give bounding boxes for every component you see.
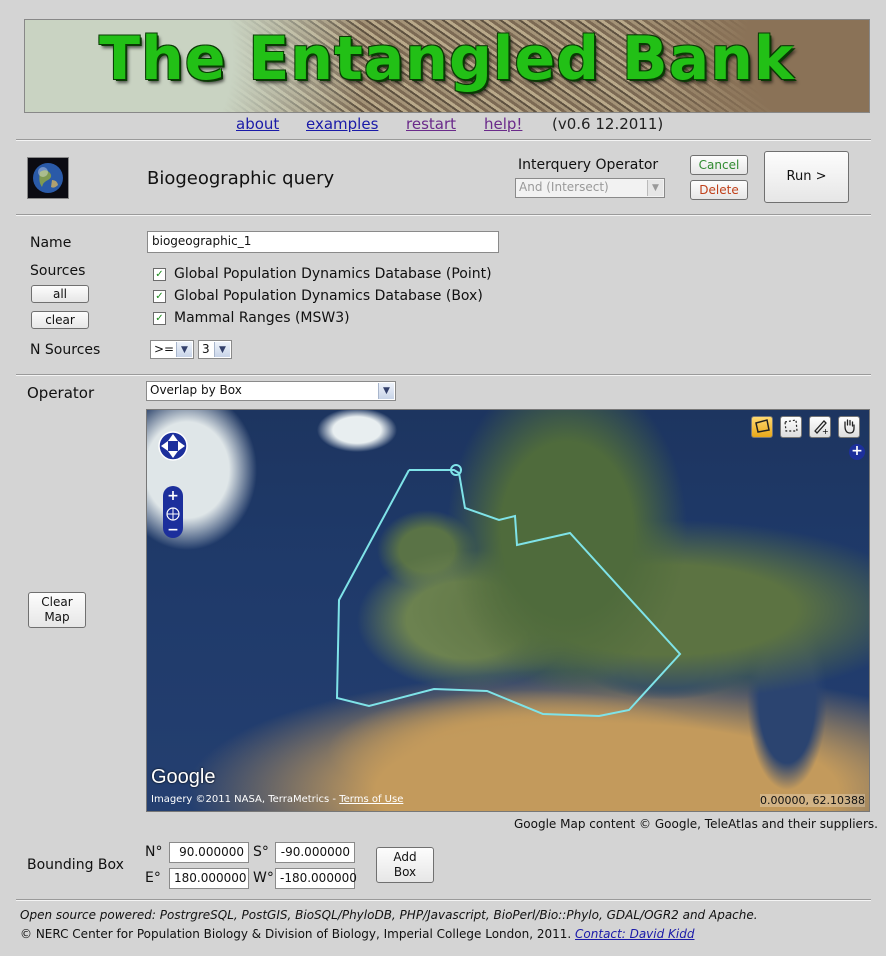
draw-tool-icon[interactable]: + [809, 416, 831, 438]
west-input[interactable]: -180.000000 [275, 868, 357, 889]
about-link[interactable]: about [236, 115, 279, 133]
copyright-line: © NERC Center for Population Biology & D… [20, 925, 758, 944]
polygon-tool-icon[interactable] [751, 416, 773, 438]
clear-map-button[interactable]: Clear Map [28, 592, 86, 628]
svg-text:−: − [167, 522, 179, 538]
chevron-down-icon: ▼ [647, 180, 663, 196]
add-box-button[interactable]: Add Box [376, 847, 434, 883]
south-label: S° [253, 844, 269, 860]
chevron-down-icon: ▼ [214, 342, 230, 357]
examples-link[interactable]: examples [306, 115, 378, 133]
divider [16, 139, 871, 141]
source-checkbox[interactable]: ✓ [153, 312, 166, 325]
clear-sources-button[interactable]: clear [31, 311, 89, 329]
sources-label: Sources [30, 263, 86, 279]
version-text: (v0.6 12.2011) [552, 115, 664, 133]
operator-value: Overlap by Box [150, 383, 242, 397]
delete-button[interactable]: Delete [690, 180, 748, 200]
interquery-select[interactable]: And (Intersect) ▼ [515, 178, 665, 198]
divider [16, 214, 871, 216]
imagery-text: Imagery ©2011 NASA, TerraMetrics - [151, 794, 337, 805]
source-label: Global Population Dynamics Database (Box… [174, 288, 483, 304]
help-link[interactable]: help! [484, 115, 522, 133]
banner: The Entangled Bank [24, 19, 870, 113]
clear-map-label: Clear Map [41, 595, 73, 624]
n-sources-label: N Sources [30, 342, 101, 358]
restart-link[interactable]: restart [406, 115, 456, 133]
nav-bar: about examples restart help! (v0.6 12.20… [0, 115, 886, 135]
powered-by-text: Open source powered: PostrgreSQL, PostGI… [20, 908, 758, 922]
terms-link[interactable]: Terms of Use [339, 794, 403, 805]
source-checkbox[interactable]: ✓ [153, 290, 166, 303]
n-value-select[interactable]: 3 ▼ [198, 340, 232, 359]
map-credit: Google Map content © Google, TeleAtlas a… [514, 817, 878, 831]
polygon-outline [335, 469, 682, 718]
source-label: Global Population Dynamics Database (Poi… [174, 266, 492, 282]
run-button[interactable]: Run > [764, 151, 849, 203]
map-view[interactable]: + − + + Google Imagery ©2011 NASA, Terra… [146, 409, 870, 812]
operator-select[interactable]: Overlap by Box ▼ [146, 381, 396, 401]
expand-plus-icon[interactable]: + [849, 444, 865, 460]
cancel-button[interactable]: Cancel [690, 155, 748, 175]
pan-control[interactable]: + − [155, 420, 191, 540]
google-logo: Google [151, 766, 216, 788]
west-label: W° [253, 870, 274, 886]
chevron-down-icon: ▼ [378, 383, 394, 399]
box-tool-icon[interactable] [780, 416, 802, 438]
query-title: Biogeographic query [147, 168, 335, 189]
north-label: N° [145, 844, 163, 860]
bounding-box-label: Bounding Box [27, 857, 124, 873]
contact-link[interactable]: Contact: David Kidd [575, 927, 694, 941]
name-label: Name [30, 235, 72, 251]
interquery-label: Interquery Operator [518, 157, 659, 173]
interquery-value: And (Intersect) [519, 180, 609, 194]
coordinate-readout: 0.00000, 62.10388 [760, 794, 865, 807]
svg-text:+: + [822, 427, 829, 435]
globe-icon [27, 157, 69, 199]
name-input[interactable]: biogeographic_1 [147, 231, 499, 253]
query-area-polygon [335, 464, 682, 718]
n-value: 3 [202, 342, 210, 356]
chevron-down-icon: ▼ [176, 342, 192, 357]
operator-label: Operator [27, 384, 95, 402]
divider [16, 374, 871, 376]
n-operator-value: >= [154, 342, 175, 356]
east-label: E° [145, 870, 161, 886]
n-operator-select[interactable]: >= ▼ [150, 340, 194, 359]
imagery-attribution: Imagery ©2011 NASA, TerraMetrics - Terms… [151, 794, 403, 805]
north-input[interactable]: 90.000000 [169, 842, 249, 863]
source-checkbox[interactable]: ✓ [153, 268, 166, 281]
south-input[interactable]: -90.000000 [275, 842, 355, 863]
banner-title: The Entangled Bank [99, 24, 795, 94]
svg-text:+: + [167, 488, 179, 504]
all-sources-button[interactable]: all [31, 285, 89, 303]
pan-hand-icon[interactable] [838, 416, 860, 438]
divider [16, 899, 871, 901]
add-box-label: Add Box [393, 850, 417, 879]
source-label: Mammal Ranges (MSW3) [174, 310, 350, 326]
footer: Open source powered: PostrgreSQL, PostGI… [20, 906, 758, 944]
copyright-text: © NERC Center for Population Biology & D… [20, 927, 572, 941]
east-input[interactable]: 180.000000 [169, 868, 249, 889]
